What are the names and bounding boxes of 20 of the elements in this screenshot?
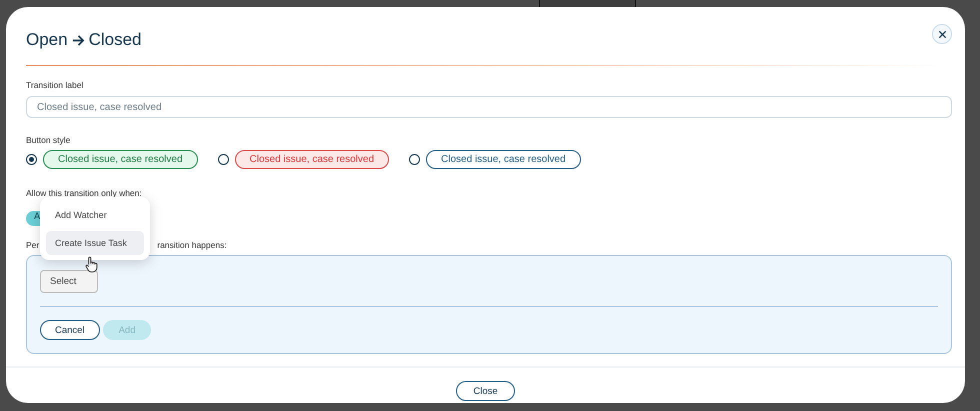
radio-button[interactable] [218,154,229,165]
cancel-button[interactable]: Cancel [40,320,100,340]
button-style-preview: Closed issue, case resolved [234,150,390,169]
button-style-preview: Closed issue, case resolved [43,150,198,169]
transition-label-field[interactable]: Closed issue, case resolved [26,96,952,118]
field-label: Allow this transition only when: [26,188,143,198]
menu-item[interactable]: Create Issue Task [46,231,144,255]
radio-button[interactable] [409,154,420,165]
close-icon[interactable] [932,24,952,44]
dialog-title: Open Closed [26,30,142,50]
menu-item[interactable]: Add Watcher [46,203,144,227]
field-label: Transition label [26,80,84,90]
arrow-right-icon [72,34,85,46]
select-dropdown[interactable]: Select [40,270,98,293]
radio-button[interactable] [26,154,37,165]
button-style-preview: Closed issue, case resolved [426,150,581,169]
close-button[interactable]: Close [456,381,515,401]
field-label: Per [26,240,40,250]
field-label: Button style [26,135,72,145]
field-label: ransition happens: [157,240,227,250]
